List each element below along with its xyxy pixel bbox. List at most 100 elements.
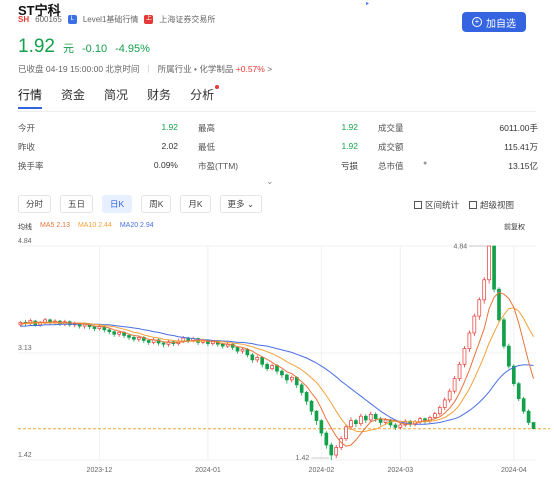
exchange-label: 上海证券交易所 (159, 15, 216, 24)
candle-body (92, 326, 97, 329)
stat-open: 今开 1.92 (18, 122, 178, 138)
stat-high: 最高 1.92 (198, 122, 358, 138)
min-label: 1.42 (296, 455, 310, 462)
candle-body (354, 420, 358, 425)
kline-chart[interactable]: 4.84 3.13 1.42 2023-12 2024-01 2024-02 2024-03… (0, 234, 554, 483)
super-view-label: 超级视图 (480, 200, 515, 210)
tab-funds[interactable]: 资金 (61, 86, 85, 109)
stat-volume: 成交量 6011.00手 (378, 122, 538, 138)
candle-body (344, 426, 348, 440)
industry-prefix: 所属行业 (157, 64, 192, 74)
stat-turnover-rate: 换手率 0.09% (18, 160, 178, 176)
level1-icon: L (67, 15, 77, 24)
period-intraday[interactable]: 分时 (18, 195, 52, 213)
candle-body (359, 415, 363, 425)
max-label: 4.84 (454, 244, 468, 251)
stat-value: 1.92 (161, 122, 178, 132)
stat-label: 换手率 (18, 161, 44, 171)
info-dot-icon[interactable]: ● (423, 160, 427, 167)
period-weekly-k[interactable]: 周K (141, 195, 172, 213)
expand-chevron-icon[interactable]: ⌄ (266, 176, 274, 187)
candle-body (132, 337, 136, 340)
industry-name: 化学制品 (199, 64, 234, 74)
candle-body (383, 419, 388, 423)
candle-body (255, 357, 260, 361)
y-tick-label: 3.13 (18, 345, 32, 352)
candle-body (363, 415, 368, 421)
candle-body (240, 348, 245, 352)
x-tick-label: 2023-12 (87, 467, 113, 474)
stock-meta: SH 600165 L Level1基础行情 上 上海证券交易所 (18, 14, 215, 25)
x-tick-label: 2024-01 (195, 467, 221, 474)
range-stats-label: 区间统计 (425, 200, 460, 210)
tab-finance[interactable]: 财务 (147, 86, 171, 109)
candle-body (442, 399, 447, 408)
industry-change: +0.57% (235, 64, 265, 74)
candle-body (329, 444, 334, 456)
candle-body (334, 447, 339, 456)
candle-body (324, 432, 329, 446)
candle-body (452, 378, 457, 392)
price-change: -0.10 (81, 43, 108, 55)
period-5day[interactable]: 五日 (60, 195, 94, 213)
candle-body (531, 422, 536, 430)
candle-body (511, 365, 516, 385)
super-view-button[interactable]: 超级视图 (469, 199, 514, 211)
bracket-icon (414, 201, 422, 209)
candle-body (289, 377, 294, 381)
period-monthly-k[interactable]: 月K (180, 195, 211, 213)
candle-body (161, 342, 166, 345)
candle-body (146, 340, 151, 343)
candle-body (516, 383, 521, 400)
corner-mark-icon: ▸ (366, 1, 370, 7)
candle-body (487, 245, 491, 281)
candle-body (526, 410, 531, 423)
x-tick-label: 2024-03 (387, 467, 413, 474)
adjust-mode[interactable]: 前复权 (504, 222, 525, 232)
tab-quote[interactable]: 行情 (18, 86, 43, 109)
candle-body (107, 329, 112, 333)
tab-profile[interactable]: 简况 (104, 86, 128, 109)
stat-label: 成交额 (378, 142, 404, 152)
stat-label: 昨收 (18, 142, 36, 152)
chevron-right-icon: > (267, 64, 273, 74)
candle-body (265, 363, 269, 369)
last-price: 1.92 (18, 36, 55, 57)
stock-code: 600165 (35, 15, 62, 24)
stat-value: 115.41万 (504, 142, 538, 152)
ma5-legend: MA5 2.13 (40, 222, 70, 229)
candle-body (211, 341, 215, 344)
stat-value: 13.15亿 (508, 161, 538, 171)
candle-body (521, 398, 526, 412)
level-label[interactable]: Level1基础行情 (83, 14, 139, 25)
candle-body (477, 299, 482, 317)
stat-market-cap: 总市值 13.15亿 (378, 160, 538, 176)
ma10-legend: MA10 2.44 (77, 222, 112, 229)
candle-body (502, 319, 506, 347)
industry-link[interactable]: 所属行业 • 化学制品 +0.57% > (158, 63, 273, 75)
candle-body (373, 413, 378, 420)
period-more[interactable]: 更多 ⌄ (219, 195, 263, 213)
stat-prev-close: 昨收 2.02 (18, 141, 178, 157)
stat-label: 市盈(TTM) (198, 161, 239, 171)
candle-body (507, 345, 511, 367)
y-tick-label: 1.42 (18, 452, 32, 459)
period-daily-k[interactable]: 日K (102, 195, 133, 213)
candle-body (270, 365, 274, 369)
tab-analysis[interactable]: 分析 (190, 85, 220, 109)
tab-analysis-label: 分析 (190, 88, 215, 102)
candle-body (260, 357, 265, 365)
candle-body (472, 315, 477, 334)
candle-body (368, 413, 373, 421)
stat-label: 今开 (18, 123, 36, 133)
candle-body (398, 424, 403, 428)
add-watchlist-label: 加自选 (486, 18, 516, 30)
candle-body (280, 370, 284, 376)
candle-body (304, 392, 309, 402)
candle-body (393, 424, 398, 428)
stat-value: 1.92 (341, 122, 358, 132)
tab-bar: 行情 资金 简况 财务 分析 (18, 85, 220, 109)
stat-value: 2.02 (161, 141, 178, 151)
add-watchlist-button[interactable]: + 加自选 (462, 12, 526, 32)
range-stats-button[interactable]: 区间统计 (414, 199, 459, 211)
